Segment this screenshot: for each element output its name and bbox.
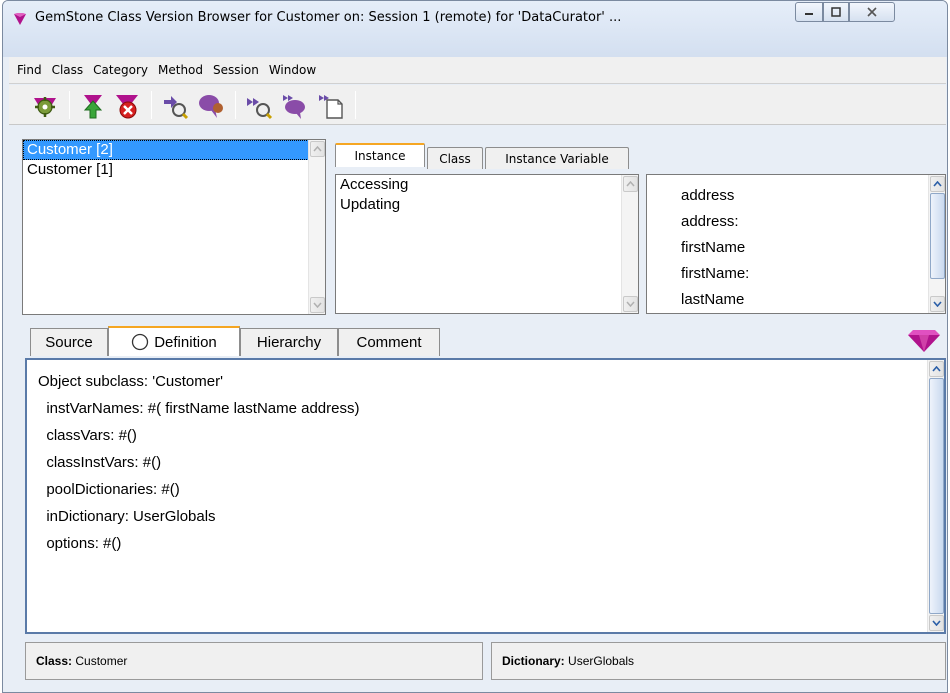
class-versions-list[interactable]: Customer [2] Customer [1]	[22, 139, 326, 315]
scroll-up-button[interactable]	[930, 176, 945, 192]
tab-source[interactable]: Source	[30, 328, 108, 356]
vertical-scrollbar[interactable]	[927, 360, 944, 632]
gemstone-gem-icon	[908, 330, 940, 352]
chevron-down-icon	[932, 620, 941, 626]
scroll-down-button[interactable]	[310, 297, 325, 313]
list-item[interactable]: address	[647, 183, 945, 209]
list-item[interactable]: Customer [2]	[23, 140, 325, 160]
scroll-down-button[interactable]	[623, 296, 638, 312]
chevron-up-icon	[313, 146, 322, 152]
status-dictionary: Dictionary: UserGlobals	[502, 654, 634, 668]
list-item[interactable]: Accessing	[336, 175, 638, 195]
maximize-icon	[831, 7, 841, 17]
toolbar-separator	[235, 91, 236, 119]
scroll-down-button[interactable]	[930, 296, 945, 312]
gem-delete-icon	[116, 95, 138, 119]
toolbar-separator	[69, 91, 70, 119]
status-class: Class: Customer	[36, 654, 127, 668]
list-item[interactable]: firstName:	[647, 261, 945, 287]
scrollbar-thumb[interactable]	[929, 378, 944, 614]
status-class-panel: Class: Customer	[25, 642, 483, 680]
menu-window[interactable]: Window	[265, 63, 322, 77]
implementors-button[interactable]	[195, 90, 227, 122]
senders-of-button[interactable]	[243, 90, 275, 122]
double-arrow-bubble-icon	[283, 95, 305, 119]
move-up-button[interactable]	[77, 90, 109, 122]
minimize-icon	[805, 13, 813, 15]
scrollbar-thumb[interactable]	[930, 193, 945, 279]
code-line: Object subclass: 'Customer'	[38, 373, 223, 390]
speech-bubble-icon	[199, 95, 223, 118]
scroll-down-button[interactable]	[929, 615, 944, 631]
close-icon	[867, 7, 877, 17]
code-line: inDictionary: UserGlobals	[38, 508, 216, 525]
chevron-up-icon	[932, 366, 941, 372]
list-item[interactable]: lastName	[647, 287, 945, 313]
window-title: GemStone Class Version Browser for Custo…	[35, 10, 622, 25]
menu-find[interactable]: Find	[13, 63, 48, 77]
list-item[interactable]: Updating	[336, 195, 638, 215]
code-line: classVars: #()	[38, 427, 137, 444]
tab-instance-variable[interactable]: Instance Variable	[485, 147, 629, 169]
definition-editor[interactable]: Object subclass: 'Customer' instVarNames…	[25, 358, 946, 634]
status-class-label: Class:	[36, 654, 73, 668]
menu-bar: Find Class Category Method Session Windo…	[9, 57, 946, 84]
close-button[interactable]	[849, 2, 895, 22]
chevron-down-icon	[933, 301, 942, 307]
gemstone-logo-icon	[14, 13, 26, 25]
minimize-button[interactable]	[795, 2, 823, 22]
chevron-down-icon	[626, 301, 635, 307]
code-line: classInstVars: #()	[38, 454, 162, 471]
scroll-up-button[interactable]	[929, 361, 944, 377]
list-item[interactable]: address:	[647, 209, 945, 235]
toolbar-separator	[355, 91, 356, 119]
vertical-scrollbar[interactable]	[308, 140, 325, 314]
status-class-value: Customer	[75, 654, 128, 668]
methods-list[interactable]: address address: firstName firstName: la…	[646, 174, 946, 314]
gem-up-arrow-icon	[83, 95, 103, 119]
toolbar-separator	[151, 91, 152, 119]
tab-definition-label: Definition	[154, 333, 217, 351]
chevron-up-icon	[933, 181, 942, 187]
senders-button[interactable]	[159, 90, 191, 122]
list-item[interactable]: Customer [1]	[23, 160, 325, 180]
list-item[interactable]: firstName	[647, 235, 945, 261]
radio-circle-icon	[132, 333, 149, 351]
double-arrow-magnifier-icon	[247, 98, 273, 120]
double-arrow-document-icon	[319, 95, 343, 119]
title-bar: GemStone Class Version Browser for Custo…	[3, 1, 947, 57]
code-line: poolDictionaries: #()	[38, 481, 180, 498]
menu-category[interactable]: Category	[89, 63, 154, 77]
scroll-up-button[interactable]	[310, 141, 325, 157]
gem-gear-icon	[34, 97, 56, 117]
senders-icon	[164, 96, 189, 120]
categories-list[interactable]: Accessing Updating	[335, 174, 639, 314]
new-class-button[interactable]	[29, 90, 61, 122]
code-line: instVarNames: #( firstName lastName addr…	[38, 400, 360, 417]
menu-method[interactable]: Method	[154, 63, 209, 77]
tab-comment[interactable]: Comment	[338, 328, 440, 356]
chevron-up-icon	[626, 181, 635, 187]
status-dictionary-label: Dictionary:	[502, 654, 565, 668]
class-version-browser-window: GemStone Class Version Browser for Custo…	[2, 0, 948, 693]
status-dictionary-panel: Dictionary: UserGlobals	[491, 642, 946, 680]
vertical-scrollbar[interactable]	[928, 175, 945, 313]
status-dictionary-value: UserGlobals	[568, 654, 635, 668]
method-list-button[interactable]	[315, 90, 347, 122]
tab-definition[interactable]: Definition	[108, 326, 240, 356]
implementors-of-button[interactable]	[279, 90, 311, 122]
delete-button[interactable]	[111, 90, 143, 122]
tab-class[interactable]: Class	[427, 147, 483, 169]
code-line: options: #()	[38, 535, 122, 552]
tab-hierarchy[interactable]: Hierarchy	[240, 328, 338, 356]
maximize-button[interactable]	[823, 2, 849, 22]
vertical-scrollbar[interactable]	[621, 175, 638, 313]
tab-instance[interactable]: Instance	[335, 143, 425, 167]
scroll-up-button[interactable]	[623, 176, 638, 192]
chevron-down-icon	[313, 302, 322, 308]
toolbar	[9, 85, 946, 125]
menu-class[interactable]: Class	[48, 63, 90, 77]
menu-session[interactable]: Session	[209, 63, 265, 77]
